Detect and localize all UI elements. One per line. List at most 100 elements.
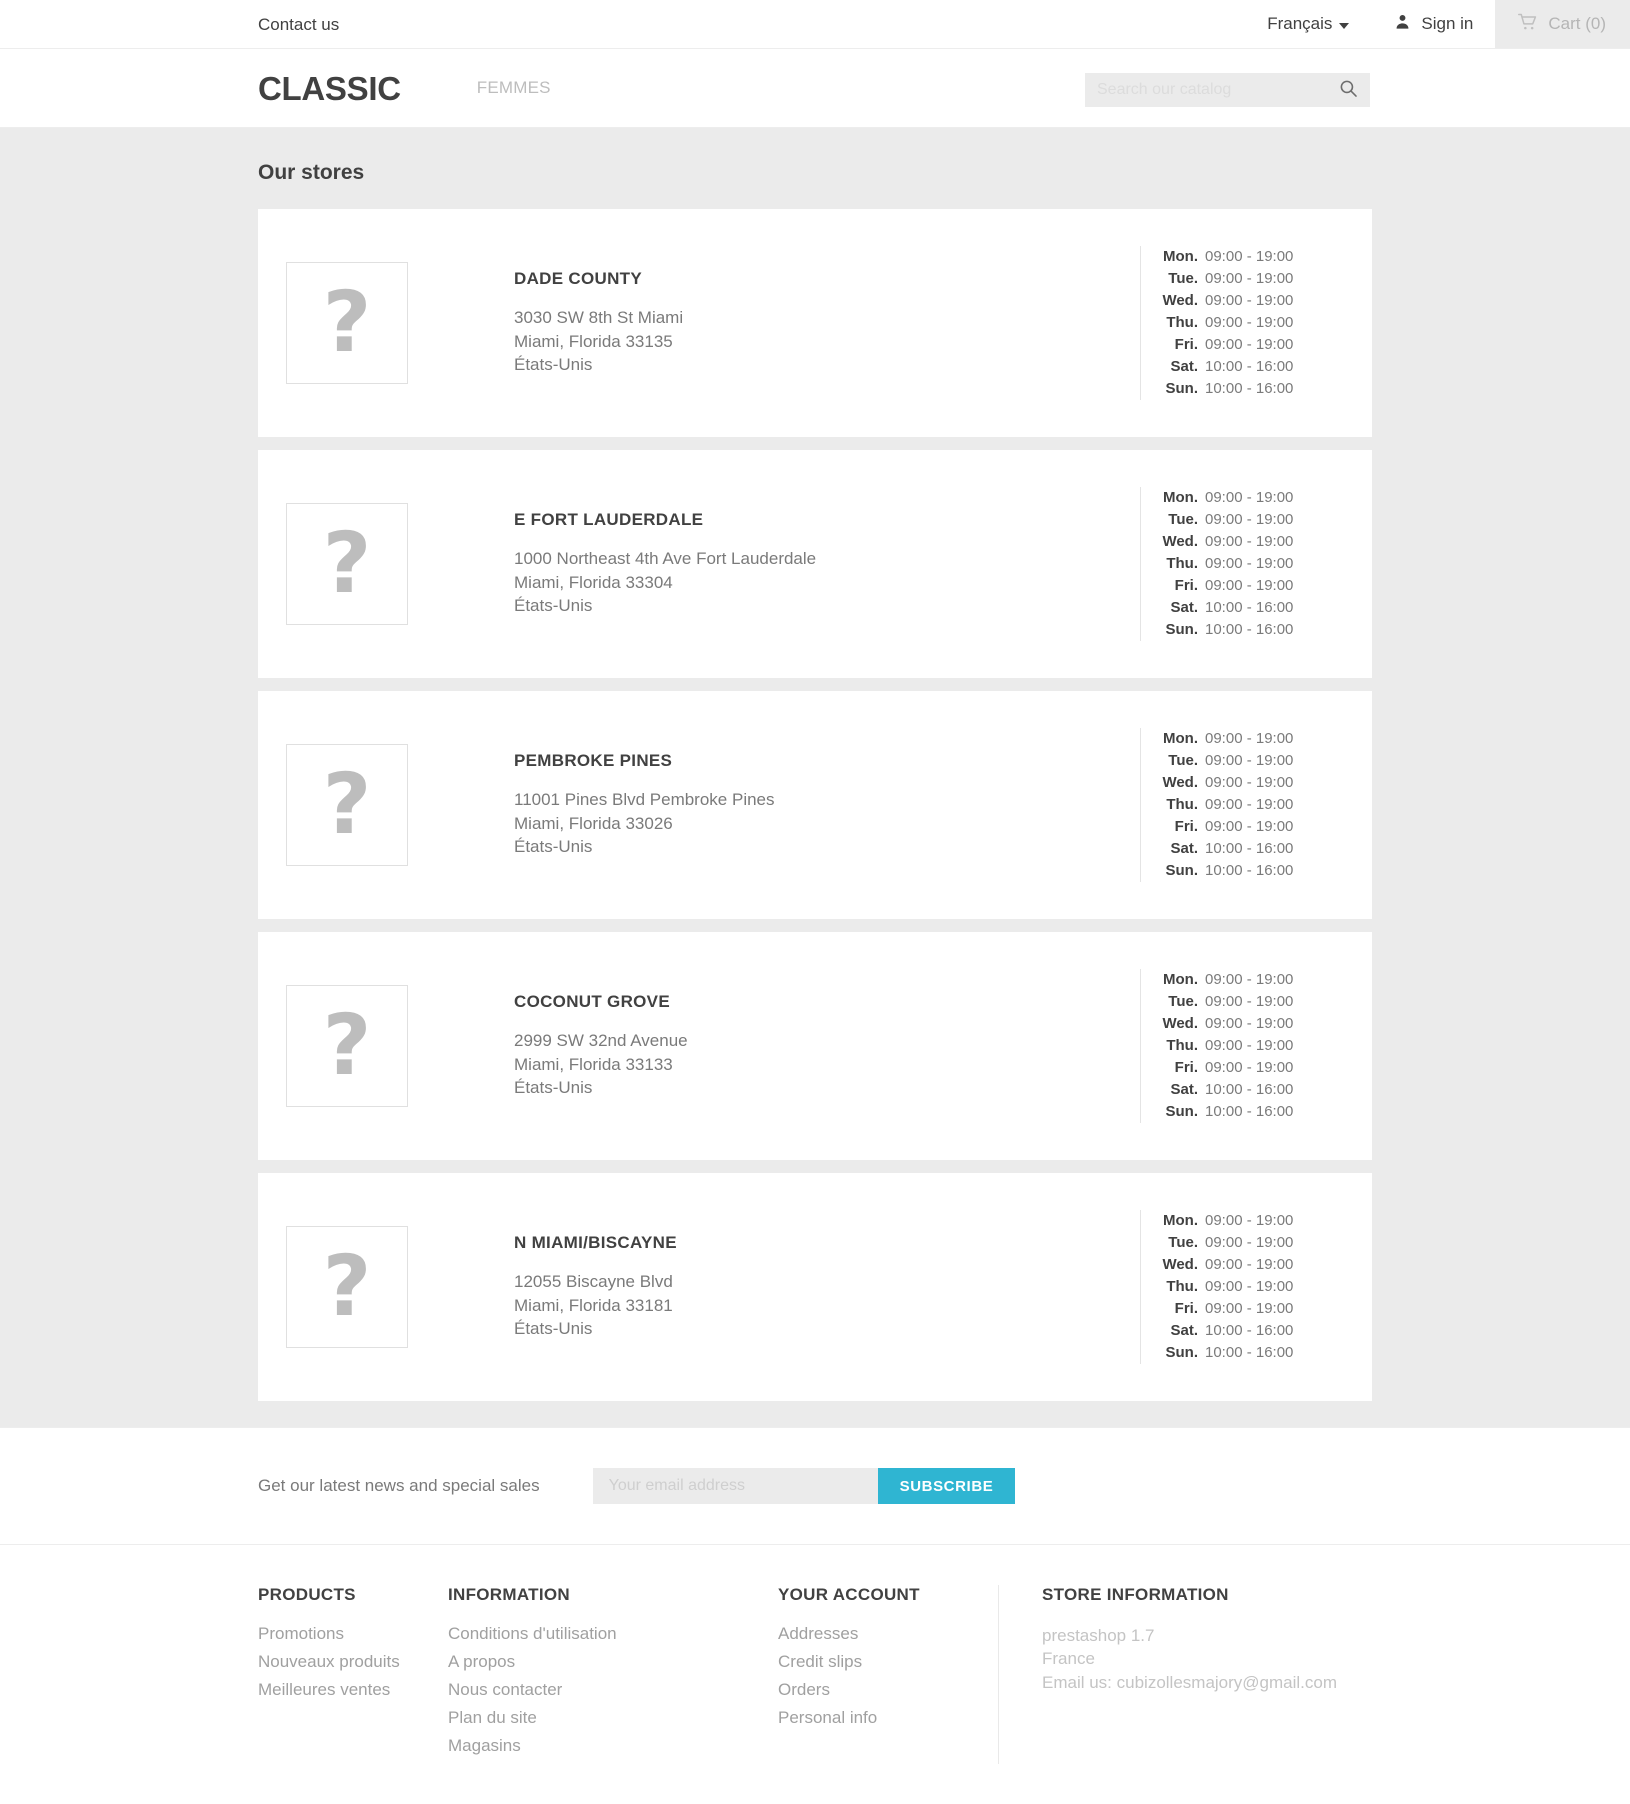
newsletter-text: Get our latest news and special sales: [258, 1476, 540, 1495]
opening-hours-row: Mon. 09:00 - 19:00: [1157, 487, 1340, 509]
opening-hours-day: Fri.: [1174, 818, 1198, 836]
footer-link[interactable]: Orders: [778, 1680, 830, 1699]
opening-hours-time: 10:00 - 16:00: [1205, 840, 1294, 858]
language-selector-label: Français: [1267, 14, 1333, 33]
opening-hours-row: Thu. 09:00 - 19:00: [1157, 1035, 1340, 1057]
opening-hours-row: Sun. 10:00 - 16:00: [1157, 1101, 1340, 1123]
question-mark-icon: ?: [322, 273, 372, 372]
footer-link[interactable]: Credit slips: [778, 1652, 862, 1671]
opening-hours-row: Mon. 09:00 - 19:00: [1157, 1210, 1340, 1232]
opening-hours-row: Sat. 10:00 - 16:00: [1157, 597, 1340, 619]
store-image-placeholder: ?: [286, 1226, 408, 1348]
newsletter-form: SUBSCRIBE: [592, 1468, 1016, 1504]
footer-list-item: Addresses: [778, 1624, 978, 1644]
opening-hours-day: Sun.: [1165, 621, 1199, 639]
store-card: ? PEMBROKE PINES 11001 Pines Blvd Pembroke…: [258, 691, 1372, 919]
opening-hours-time: 09:00 - 19:00: [1205, 970, 1294, 988]
opening-hours-row: Wed. 09:00 - 19:00: [1157, 1013, 1340, 1035]
opening-hours-time: 09:00 - 19:00: [1205, 992, 1294, 1010]
store-name: N MIAMI/BISCAYNE: [514, 1232, 677, 1252]
opening-hours-time: 10:00 - 16:00: [1205, 358, 1294, 376]
opening-hours-time: 10:00 - 16:00: [1205, 621, 1294, 639]
footer-link[interactable]: Conditions d'utilisation: [448, 1624, 617, 1643]
store-info: PEMBROKE PINES 11001 Pines Blvd Pembroke …: [408, 751, 1140, 859]
store-opening-hours: Mon. 09:00 - 19:00 Tue. 09:00 - 19:00 Wed. 09…: [1140, 245, 1340, 401]
footer-link[interactable]: Promotions: [258, 1624, 344, 1643]
footer-list-item: Credit slips: [778, 1652, 978, 1672]
question-mark-icon: ?: [322, 755, 372, 854]
footer-link[interactable]: A propos: [448, 1652, 515, 1671]
store-info: COCONUT GROVE 2999 SW 32nd Avenue Miami, F…: [408, 992, 1140, 1100]
store-address-line: États-Unis: [514, 1078, 593, 1098]
opening-hours-row: Thu. 09:00 - 19:00: [1157, 1276, 1340, 1298]
store-address: 11001 Pines Blvd Pembroke Pines Miami, Fl…: [514, 788, 1120, 859]
language-selector[interactable]: Français: [1267, 0, 1371, 48]
footer-link[interactable]: Plan du site: [448, 1708, 537, 1727]
opening-hours-time: 09:00 - 19:00: [1205, 510, 1294, 528]
footer-link[interactable]: Magasins: [448, 1736, 521, 1755]
opening-hours-time: 10:00 - 16:00: [1205, 1081, 1294, 1099]
opening-hours-time: 10:00 - 16:00: [1205, 1103, 1294, 1121]
store-address-line: 3030 SW 8th St Miami: [514, 307, 684, 327]
opening-hours-day: Sun.: [1165, 862, 1199, 880]
footer-link[interactable]: Meilleures ventes: [258, 1680, 390, 1699]
store-opening-hours: Mon. 09:00 - 19:00 Tue. 09:00 - 19:00 Wed. 09…: [1140, 1209, 1340, 1365]
opening-hours-time: 09:00 - 19:00: [1205, 1059, 1294, 1077]
contact-us-link[interactable]: Contact us: [258, 16, 339, 33]
store-card: ? DADE COUNTY 3030 SW 8th St Miami Miami, F…: [258, 209, 1372, 437]
store-information-line: France: [1042, 1649, 1095, 1669]
opening-hours-time: 09:00 - 19:00: [1205, 1300, 1294, 1318]
opening-hours-day: Tue.: [1168, 510, 1198, 528]
opening-hours-time: 10:00 - 16:00: [1205, 599, 1294, 617]
store-card: ? COCONUT GROVE 2999 SW 32nd Avenue Miami, …: [258, 932, 1372, 1160]
footer-link[interactable]: Personal info: [778, 1708, 877, 1727]
opening-hours-row: Sat. 10:00 - 16:00: [1157, 838, 1340, 860]
menu-item-femmes[interactable]: FEMMES: [477, 78, 551, 98]
site-header: CLASSIC FEMMES: [0, 49, 1630, 128]
footer-list-item: Promotions: [258, 1624, 428, 1644]
opening-hours-day: Sat.: [1170, 599, 1198, 617]
opening-hours-row: Mon. 09:00 - 19:00: [1157, 969, 1340, 991]
store-address-line: Miami, Florida 33135: [514, 331, 673, 351]
opening-hours-row: Sun. 10:00 - 16:00: [1157, 860, 1340, 882]
search-input[interactable]: [1085, 81, 1335, 99]
opening-hours-time: 09:00 - 19:00: [1205, 818, 1294, 836]
opening-hours-day: Thu.: [1166, 313, 1198, 331]
footer-link[interactable]: Addresses: [778, 1624, 858, 1643]
sign-in-link[interactable]: Sign in: [1371, 0, 1495, 48]
cart-button[interactable]: Cart (0): [1495, 0, 1630, 48]
store-name: PEMBROKE PINES: [514, 750, 673, 770]
footer-heading-information: INFORMATION: [448, 1585, 570, 1604]
opening-hours-day: Thu.: [1166, 1036, 1198, 1054]
newsletter-email-input[interactable]: [592, 1468, 878, 1504]
store-address: 1000 Northeast 4th Ave Fort Lauderdale Mi…: [514, 547, 1120, 618]
search-box[interactable]: [1085, 73, 1370, 107]
opening-hours-time: 09:00 - 19:00: [1205, 336, 1294, 354]
topbar-right-group: Français Sign in Cart (0): [1267, 0, 1630, 48]
opening-hours-day: Sat.: [1170, 840, 1198, 858]
subscribe-button[interactable]: SUBSCRIBE: [877, 1468, 1016, 1504]
site-logo[interactable]: CLASSIC: [258, 72, 401, 105]
top-navigation-bar: Contact us Français Sign in Cart (0): [0, 0, 1630, 49]
opening-hours-time: 09:00 - 19:00: [1205, 1277, 1294, 1295]
opening-hours-time: 09:00 - 19:00: [1205, 1255, 1294, 1273]
search-button[interactable]: [1335, 79, 1370, 101]
opening-hours-time: 09:00 - 19:00: [1205, 488, 1294, 506]
opening-hours-time: 09:00 - 19:00: [1205, 291, 1294, 309]
store-name: COCONUT GROVE: [514, 991, 670, 1011]
opening-hours-day: Wed.: [1162, 773, 1198, 791]
chevron-down-icon: [1339, 22, 1350, 29]
opening-hours-time: 09:00 - 19:00: [1205, 751, 1294, 769]
opening-hours-day: Tue.: [1168, 269, 1198, 287]
opening-hours-day: Fri.: [1174, 1300, 1198, 1318]
footer-column-your-account: YOUR ACCOUNT Addresses Credit slips Orders…: [778, 1585, 998, 1764]
opening-hours-row: Wed. 09:00 - 19:00: [1157, 772, 1340, 794]
opening-hours-row: Tue. 09:00 - 19:00: [1157, 268, 1340, 290]
footer-link[interactable]: Nouveaux produits: [258, 1652, 400, 1671]
opening-hours-time: 09:00 - 19:00: [1205, 729, 1294, 747]
opening-hours-row: Fri. 09:00 - 19:00: [1157, 1298, 1340, 1320]
footer-list-item: A propos: [448, 1652, 758, 1672]
opening-hours-day: Mon.: [1163, 729, 1198, 747]
footer-link[interactable]: Nous contacter: [448, 1680, 562, 1699]
question-mark-icon: ?: [322, 996, 372, 1095]
